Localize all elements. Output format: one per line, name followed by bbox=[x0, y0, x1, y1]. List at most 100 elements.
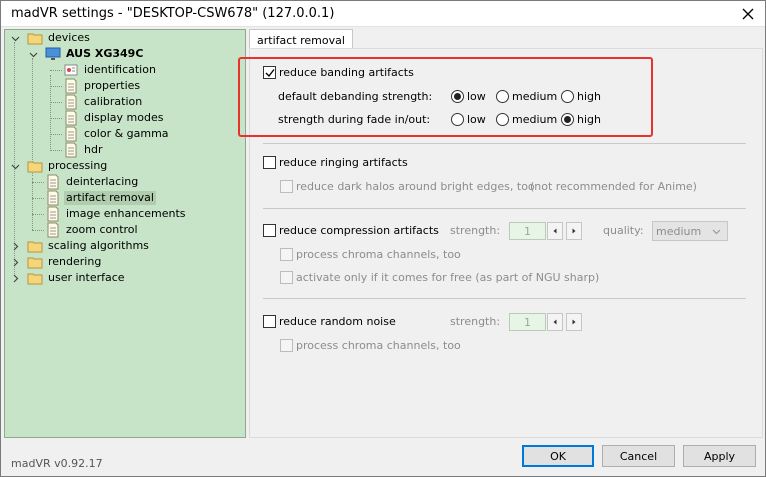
tree-label: zoom control bbox=[66, 223, 138, 236]
tree-item-processing[interactable]: processing bbox=[27, 158, 109, 174]
tree-label: calibration bbox=[84, 95, 143, 108]
document-icon bbox=[65, 110, 77, 126]
chevron-right-icon bbox=[13, 242, 18, 250]
identification-icon bbox=[64, 64, 78, 76]
noise-chroma-checkbox[interactable]: process chroma channels, too bbox=[280, 339, 461, 352]
device-expander[interactable] bbox=[28, 49, 38, 59]
tree-item-image-enhancements[interactable]: image enhancements bbox=[45, 206, 188, 222]
free-checkbox[interactable]: activate only if it comes for free (as p… bbox=[280, 271, 599, 284]
folder-icon bbox=[27, 257, 43, 269]
tree-label: AUS XG349C bbox=[66, 47, 144, 60]
devices-expander[interactable] bbox=[10, 33, 20, 43]
tree-label: deinterlacing bbox=[66, 175, 139, 188]
default-low-radio[interactable]: low bbox=[451, 90, 486, 103]
compression-checkbox[interactable]: reduce compression artifacts bbox=[263, 224, 439, 237]
fade-strength-label: strength during fade in/out: bbox=[278, 113, 431, 126]
arrow-left-icon bbox=[553, 228, 557, 234]
fade-medium-radio[interactable]: medium bbox=[496, 113, 557, 126]
tree-item-identification[interactable]: identification bbox=[63, 62, 158, 78]
tab-bar: artifact removal bbox=[249, 29, 761, 50]
tree-item-calibration[interactable]: calibration bbox=[63, 94, 144, 110]
checkbox-box bbox=[280, 180, 293, 193]
tree-item-scaling-algorithms[interactable]: scaling algorithms bbox=[27, 238, 151, 254]
apply-button[interactable]: Apply bbox=[683, 445, 756, 467]
document-icon bbox=[47, 222, 59, 238]
chevron-right-icon bbox=[13, 274, 18, 282]
radio-label: high bbox=[577, 90, 601, 103]
settings-tree: devices AUS XG349C identification proper… bbox=[4, 29, 246, 438]
user-interface-expander[interactable] bbox=[10, 273, 20, 283]
chevron-right-icon bbox=[13, 258, 18, 266]
radio-circle bbox=[496, 90, 509, 103]
quality-label: quality: bbox=[603, 224, 644, 237]
tree-item-device[interactable]: AUS XG349C bbox=[45, 46, 145, 62]
tree-label: devices bbox=[48, 31, 90, 44]
cancel-button[interactable]: Cancel bbox=[602, 445, 675, 467]
compression-strength-increase[interactable] bbox=[566, 222, 582, 240]
rendering-expander[interactable] bbox=[10, 257, 20, 267]
tree-item-deinterlacing[interactable]: deinterlacing bbox=[45, 174, 140, 190]
anime-note: (not recommended for Anime) bbox=[530, 180, 697, 193]
default-medium-radio[interactable]: medium bbox=[496, 90, 557, 103]
tree-label: properties bbox=[84, 79, 141, 92]
processing-expander[interactable] bbox=[10, 161, 20, 171]
folder-icon bbox=[27, 33, 43, 45]
fade-high-radio[interactable]: high bbox=[561, 113, 601, 126]
tree-label: color & gamma bbox=[84, 127, 169, 140]
noise-strength-decrease[interactable] bbox=[547, 313, 563, 331]
chroma-label: process chroma channels, too bbox=[296, 248, 461, 261]
checkbox-box bbox=[263, 224, 276, 237]
document-icon bbox=[65, 142, 77, 158]
compression-chroma-checkbox[interactable]: process chroma channels, too bbox=[280, 248, 461, 261]
chevron-down-icon bbox=[11, 164, 19, 169]
checkbox-box bbox=[280, 339, 293, 352]
check-icon bbox=[265, 68, 275, 77]
noise-strength-value[interactable]: 1 bbox=[509, 313, 546, 331]
radio-circle bbox=[496, 113, 509, 126]
banding-label: reduce banding artifacts bbox=[279, 66, 414, 79]
ringing-checkbox[interactable]: reduce ringing artifacts bbox=[263, 156, 408, 169]
scaling-expander[interactable] bbox=[10, 241, 20, 251]
radio-label: medium bbox=[512, 113, 558, 126]
compression-strength-label: strength: bbox=[450, 224, 501, 237]
chroma-label: process chroma channels, too bbox=[296, 339, 461, 352]
quality-value: medium bbox=[656, 224, 702, 238]
tab-artifact-removal[interactable]: artifact removal bbox=[249, 29, 353, 50]
banding-checkbox[interactable]: reduce banding artifacts bbox=[263, 66, 414, 79]
ok-button[interactable]: OK bbox=[522, 445, 594, 467]
tree-label: image enhancements bbox=[66, 207, 186, 220]
quality-select[interactable]: medium bbox=[652, 221, 728, 241]
tree-item-artifact-removal[interactable]: artifact removal bbox=[45, 190, 156, 206]
compression-strength-decrease[interactable] bbox=[547, 222, 563, 240]
chevron-down-icon bbox=[712, 229, 721, 235]
tree-item-properties[interactable]: properties bbox=[63, 78, 142, 94]
tree-item-rendering[interactable]: rendering bbox=[27, 254, 103, 270]
radio-label: low bbox=[467, 90, 486, 103]
title-bar: madVR settings - "DESKTOP-CSW678" (127.0… bbox=[1, 1, 765, 27]
radio-circle bbox=[451, 90, 464, 103]
tree-item-zoom-control[interactable]: zoom control bbox=[45, 222, 140, 238]
fade-low-radio[interactable]: low bbox=[451, 113, 486, 126]
tree-item-display-modes[interactable]: display modes bbox=[63, 110, 165, 126]
radio-circle bbox=[561, 90, 574, 103]
document-icon bbox=[47, 190, 59, 206]
tree-item-hdr[interactable]: hdr bbox=[63, 142, 104, 158]
tree-label: display modes bbox=[84, 111, 164, 124]
tree-label: artifact removal bbox=[64, 191, 156, 205]
tree-item-user-interface[interactable]: user interface bbox=[27, 270, 127, 286]
default-high-radio[interactable]: high bbox=[561, 90, 601, 103]
tree-item-devices[interactable]: devices bbox=[27, 30, 92, 46]
checkbox-box bbox=[280, 271, 293, 284]
document-icon bbox=[65, 126, 77, 142]
compression-strength-value[interactable]: 1 bbox=[509, 222, 546, 240]
noise-checkbox[interactable]: reduce random noise bbox=[263, 315, 396, 328]
close-button[interactable] bbox=[731, 1, 765, 27]
halos-checkbox[interactable]: reduce dark halos around bright edges, t… bbox=[280, 180, 535, 193]
compression-label: reduce compression artifacts bbox=[279, 224, 439, 237]
noise-label: reduce random noise bbox=[279, 315, 396, 328]
tree-item-color-gamma[interactable]: color & gamma bbox=[63, 126, 171, 142]
noise-strength-increase[interactable] bbox=[566, 313, 582, 331]
radio-circle bbox=[561, 113, 574, 126]
tree-label: processing bbox=[48, 159, 108, 172]
arrow-left-icon bbox=[553, 319, 557, 325]
